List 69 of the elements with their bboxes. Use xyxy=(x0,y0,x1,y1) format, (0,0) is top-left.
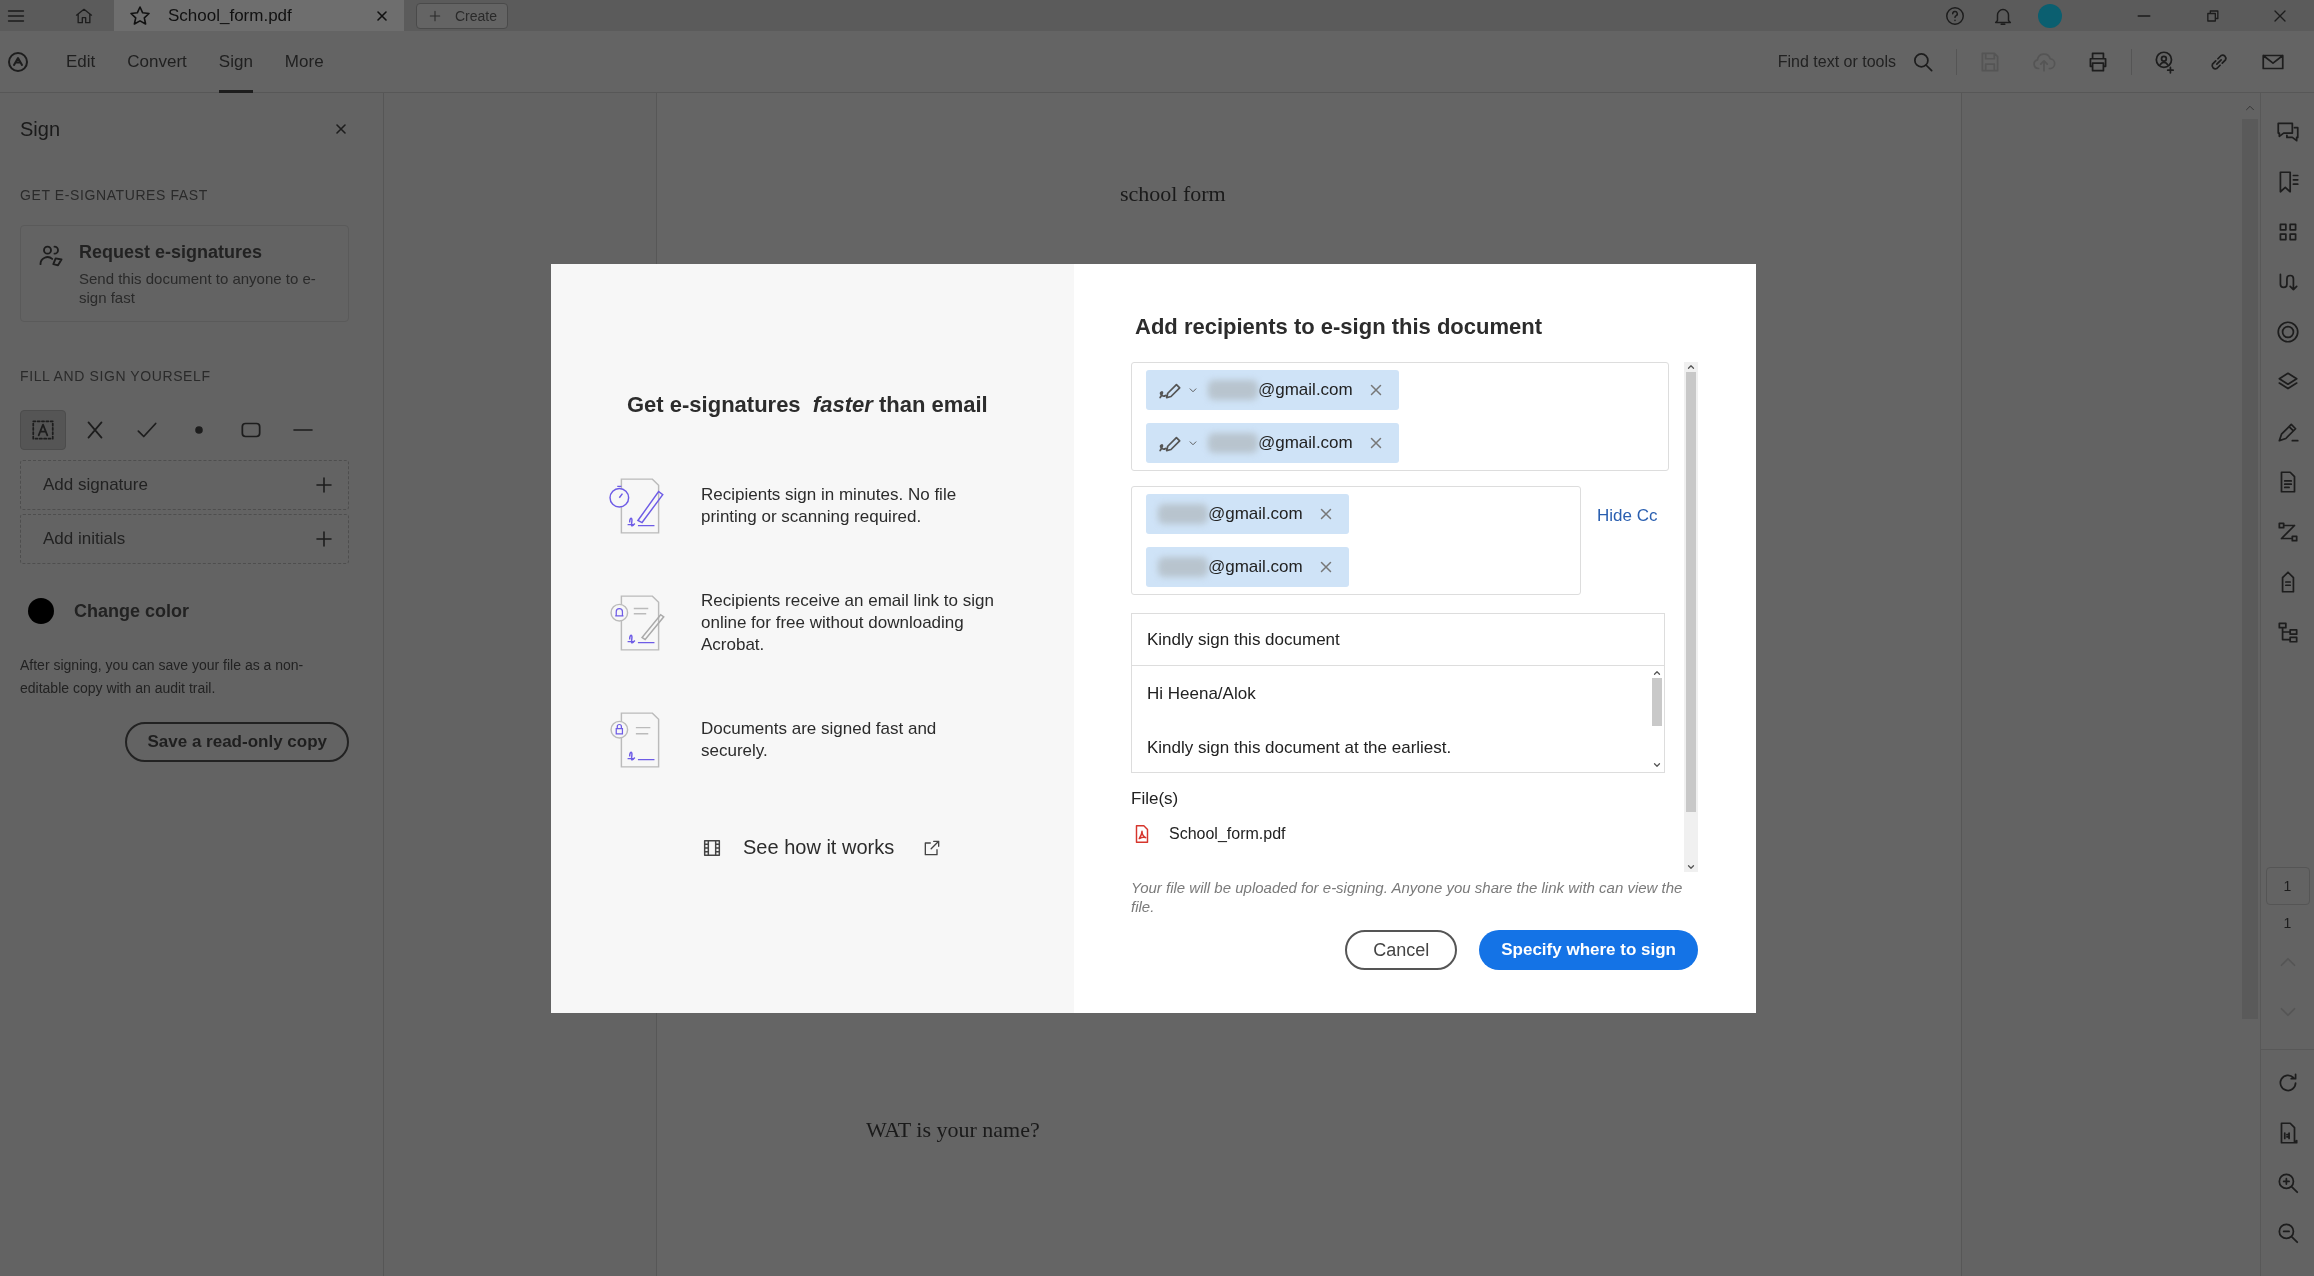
change-color-link[interactable]: Change color xyxy=(74,600,189,622)
dot-tool-icon xyxy=(195,426,203,434)
search-label[interactable]: Find text or tools xyxy=(1777,52,1896,71)
scroll-up-icon xyxy=(1685,362,1697,372)
upload-note: Your file will be uploaded for e-signing. Anyone you share the link with can view the file. xyxy=(1131,878,1684,916)
section-heading: FILL AND SIGN YOURSELF xyxy=(20,368,212,384)
email-text: @gmail.com xyxy=(1258,380,1353,400)
create-button[interactable]: Create xyxy=(416,2,509,29)
document-text: school form xyxy=(1120,181,1227,207)
app-logo-icon[interactable] xyxy=(6,49,30,74)
help-icon[interactable] xyxy=(1944,4,1966,27)
menu-tab[interactable]: Edit xyxy=(66,30,96,93)
add-button[interactable]: Add initials xyxy=(20,514,349,564)
email-text: @gmail.com xyxy=(1258,433,1353,453)
hide-cc-link[interactable]: Hide Cc xyxy=(1597,506,1658,526)
page-total: 1 xyxy=(2283,915,2292,931)
page-number-field[interactable]: 1 xyxy=(2265,867,2310,905)
request-card[interactable]: Request e-signatures Send this document to anyone to e-sign fast xyxy=(20,225,349,322)
specify-button[interactable]: Specify where to sign xyxy=(1479,930,1698,970)
recipient-chip[interactable]: @gmail.com xyxy=(1146,494,1349,534)
panel-note: After signing, you can save your file as a non-editable copy with an audit trail. xyxy=(20,656,305,698)
feature-text: Recipients receive an email link to sign online for free without downloading Acrobat. xyxy=(701,590,995,656)
tab-label[interactable]: School_form.pdf xyxy=(168,5,374,26)
star-icon[interactable] xyxy=(128,3,152,28)
document-text: WAT is your name? xyxy=(866,1117,1041,1143)
video-link[interactable]: See how it works xyxy=(743,836,895,859)
file-name: School_form.pdf xyxy=(1169,825,1286,843)
scrollbar-thumb[interactable] xyxy=(1686,372,1696,812)
email-text: @gmail.com xyxy=(1208,504,1303,524)
menu-tab[interactable]: Convert xyxy=(127,30,187,93)
tool-button[interactable] xyxy=(20,410,66,450)
section-heading: GET E-SIGNATURES FAST xyxy=(20,187,209,203)
dialog-title: Add recipients to e-sign this document xyxy=(1135,314,1544,340)
scrollbar-thumb[interactable] xyxy=(1652,678,1662,726)
scroll-down-icon xyxy=(1685,862,1697,872)
scroll-up-icon xyxy=(1651,668,1663,678)
recipient-chip[interactable]: @gmail.com xyxy=(1146,370,1399,410)
redacted-block xyxy=(1158,504,1208,524)
save-copy-button[interactable]: Save a read-only copy xyxy=(125,722,349,762)
line-tool-icon xyxy=(292,428,314,432)
scroll-down-icon xyxy=(1651,760,1663,770)
redacted-block xyxy=(1208,380,1258,400)
text-tool-icon xyxy=(30,417,56,443)
panel-title: Sign xyxy=(20,117,61,141)
target-icon[interactable] xyxy=(2274,319,2301,345)
redacted-block xyxy=(1158,557,1208,577)
card-title: Request e-signatures xyxy=(79,242,264,263)
color-swatch[interactable] xyxy=(28,598,54,624)
redacted-block xyxy=(1208,433,1258,453)
document-tab[interactable]: School_form.pdf xyxy=(114,0,404,31)
add-label[interactable]: Add signature xyxy=(43,475,148,495)
promo-heading: Get e-signatures faster than email xyxy=(626,392,989,418)
files-label: File(s) xyxy=(1131,789,1180,809)
comments-icon[interactable] xyxy=(2274,119,2301,145)
feature-text: Recipients sign in minutes. No file printing or scanning required. xyxy=(701,484,958,528)
recipient-chip[interactable]: @gmail.com xyxy=(1146,547,1349,587)
feature-text: Documents are signed fast and securely. xyxy=(701,718,938,762)
recipient-chip[interactable]: @gmail.com xyxy=(1146,423,1399,463)
add-label[interactable]: Add initials xyxy=(43,529,126,549)
add-button[interactable]: Add signature xyxy=(20,460,349,510)
recipients-field[interactable]: @gmail.com @gmail.com xyxy=(1131,362,1669,471)
cancel-button[interactable]: Cancel xyxy=(1345,930,1458,970)
scrollbar[interactable] xyxy=(1684,362,1698,872)
cc-field[interactable]: @gmail.com @gmail.com xyxy=(1131,486,1581,595)
menu-tab[interactable]: Sign xyxy=(218,30,253,93)
email-text: @gmail.com xyxy=(1208,557,1303,577)
card-description: Send this document to anyone to e-sign fast xyxy=(79,269,317,307)
close-icon[interactable] xyxy=(333,121,349,137)
menu-tab[interactable]: More xyxy=(284,30,324,93)
